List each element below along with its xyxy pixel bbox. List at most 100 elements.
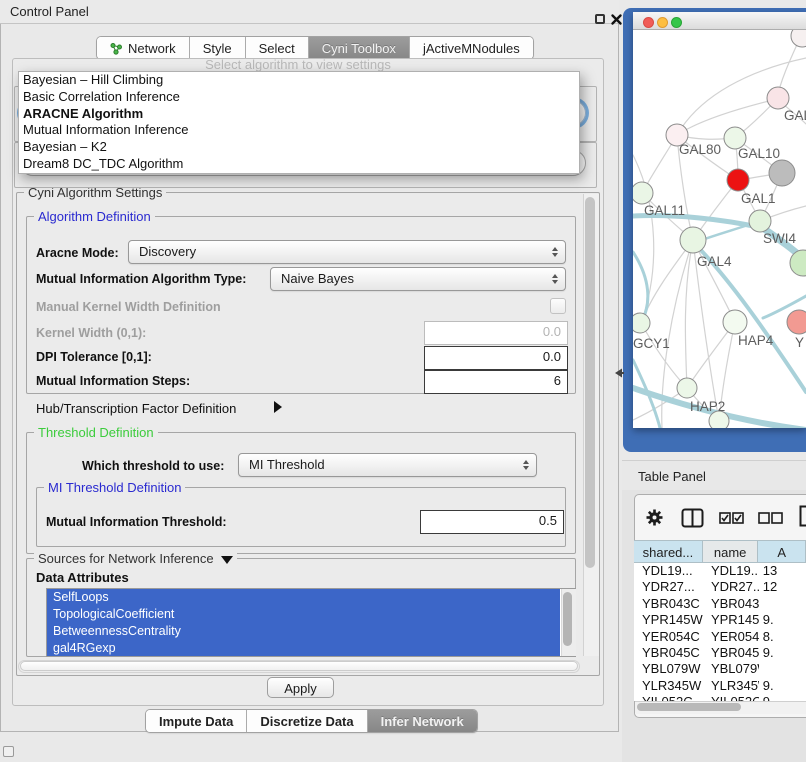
mi-threshold-title: MI Threshold Definition (44, 480, 185, 495)
network-node-hap2[interactable] (677, 378, 697, 398)
network-node-hap4[interactable] (723, 310, 747, 334)
close-icon[interactable] (610, 13, 623, 26)
hub-section-label[interactable]: Hub/Transcription Factor Definition (36, 401, 236, 416)
tab-impute-data[interactable]: Impute Data (146, 710, 247, 732)
table-cell: 9. (759, 645, 806, 661)
column-header-a[interactable]: A (758, 540, 806, 563)
table-cell: YIL052C (634, 694, 703, 701)
network-node-gal[interactable] (767, 87, 789, 109)
aracne-mode-combobox[interactable]: Discovery (128, 240, 566, 264)
node-label-gal11: GAL11 (644, 203, 685, 218)
network-node-swi4[interactable] (749, 210, 771, 232)
which-threshold-combobox[interactable]: MI Threshold (238, 453, 537, 477)
aracne-mode-value: Discovery (139, 244, 196, 259)
dpi-tolerance-field[interactable]: 0.0 (424, 346, 568, 370)
network-edge[interactable] (677, 99, 777, 135)
network-edge[interactable] (633, 252, 648, 323)
network-node-gal1[interactable] (727, 169, 749, 191)
data-attributes-list[interactable]: SelfLoopsTopologicalCoefficientBetweenne… (46, 588, 576, 657)
settings-vscrollbar-thumb[interactable] (585, 197, 595, 568)
table-cell: YLR345W (703, 678, 759, 694)
attribute-item-gal4rgexp[interactable]: gal4RGexp (47, 640, 560, 657)
control-panel-bottom-tabs: Impute DataDiscretize DataInfer Network (145, 709, 478, 733)
algorithm-option-basic-correlation-inference[interactable]: Basic Correlation Inference (19, 89, 579, 106)
network-node-gal11[interactable] (633, 182, 653, 204)
table-cell: YDL19... (703, 563, 759, 579)
algorithm-option-aracne-algorithm[interactable]: ARACNE Algorithm (19, 106, 579, 123)
table-row[interactable]: YBL079WYBL079W (634, 661, 806, 677)
tab-jactivemnodules[interactable]: jActiveMNodules (410, 37, 533, 59)
tab-style[interactable]: Style (190, 37, 246, 59)
algorithm-option-bayesian-k2[interactable]: Bayesian – K2 (19, 139, 579, 156)
table-row[interactable]: YBR045CYBR045C9. (634, 645, 806, 661)
table-cell: YDL19... (634, 563, 703, 579)
select-all-checkboxes-icon[interactable] (719, 512, 744, 524)
new-table-icon[interactable] (799, 505, 806, 527)
tab-select[interactable]: Select (246, 37, 309, 59)
attribute-item-selfloops[interactable]: SelfLoops (47, 589, 560, 606)
mi-threshold-field[interactable]: 0.5 (420, 510, 564, 534)
table-cell: 12 (759, 579, 806, 595)
tab-cyni-toolbox[interactable]: Cyni Toolbox (309, 37, 410, 59)
tab-network[interactable]: Network (97, 37, 190, 59)
algorithm-option-dream8-dc-tdc-algorithm[interactable]: Dream8 DC_TDC Algorithm (19, 156, 579, 173)
table-row[interactable]: YLR345WYLR345W9. (634, 678, 806, 694)
attr-list-vscrollbar-thumb[interactable] (563, 592, 572, 646)
settings-hscrollbar-thumb[interactable] (20, 661, 578, 671)
algorithm-option-mutual-information-inference[interactable]: Mutual Information Inference (19, 122, 579, 139)
table-cell: 9. (759, 612, 806, 628)
table-row[interactable]: YBR043CYBR043C (634, 596, 806, 612)
minimize-traffic-light[interactable] (657, 17, 668, 28)
table-row[interactable]: YDL19...YDL19...13 (634, 563, 806, 579)
column-header-shared[interactable]: shared... (634, 540, 703, 563)
close-traffic-light[interactable] (643, 17, 654, 28)
network-node[interactable] (769, 160, 795, 186)
gear-icon[interactable] (646, 509, 663, 526)
node-label-gal80: GAL80 (679, 142, 721, 157)
application-root: Control Panel NetworkStyleSelectCyni Too… (0, 0, 806, 762)
collapse-arrow-icon[interactable] (221, 556, 233, 564)
table-row[interactable]: YPR145WYPR145W9. (634, 612, 806, 628)
column-header-name[interactable]: name (703, 540, 758, 563)
which-threshold-value: MI Threshold (249, 457, 325, 472)
attribute-item-betweennesscentrality[interactable]: BetweennessCentrality (47, 623, 560, 640)
node-label-gal10: GAL10 (738, 146, 780, 161)
table-row[interactable]: YER054CYER054C8. (634, 629, 806, 645)
network-edge[interactable] (633, 155, 654, 323)
zoom-traffic-light[interactable] (671, 17, 682, 28)
table-row[interactable]: YDR27...YDR27...12 (634, 579, 806, 595)
table-row[interactable]: YIL052CYIL052C9. (634, 694, 806, 701)
network-canvas[interactable]: GALGAL80GAL10GAL1GAL11SWI4GAL4GCY1HAP4YH… (633, 30, 806, 428)
attribute-item-topologicalcoefficient[interactable]: TopologicalCoefficient (47, 606, 560, 623)
algorithm-select-placeholder[interactable]: Select algorithm to view settings (18, 57, 578, 72)
split-columns-icon[interactable] (681, 508, 704, 528)
expand-arrow-icon[interactable] (274, 401, 282, 413)
algorithm-option-bayesian-hill-climbing[interactable]: Bayesian – Hill Climbing (19, 72, 579, 89)
network-node-gal4[interactable] (680, 227, 706, 253)
tab-cyni-toolbox-label: Cyni Toolbox (322, 41, 396, 56)
network-node[interactable] (791, 30, 806, 47)
apply-button[interactable]: Apply (267, 677, 334, 698)
float-button[interactable] (595, 14, 605, 24)
table-cell: YER054C (703, 629, 759, 645)
table-panel-title: Table Panel (638, 469, 706, 484)
manual-kernel-checkbox[interactable] (550, 298, 566, 314)
tab-discretize-data[interactable]: Discretize Data (247, 710, 367, 732)
unselect-all-checkboxes-icon[interactable] (758, 512, 783, 524)
spinner-arrows-icon (523, 460, 529, 470)
network-view-titlebar[interactable] (633, 12, 806, 30)
mi-steps-label: Mutual Information Steps: (36, 374, 190, 388)
threshold-definition-title: Threshold Definition (34, 425, 158, 440)
table-hscrollbar-thumb[interactable] (637, 703, 741, 711)
kernel-width-field[interactable]: 0.0 (424, 321, 568, 345)
network-node-y[interactable] (787, 310, 806, 334)
network-node-gcy1[interactable] (633, 313, 650, 333)
corner-grip-icon[interactable] (3, 746, 14, 757)
table-cell: YER054C (634, 629, 703, 645)
tab-infer-network[interactable]: Infer Network (368, 710, 477, 732)
network-icon (110, 42, 123, 55)
mouse-cursor (615, 368, 624, 378)
tab-select-label: Select (259, 41, 295, 56)
mi-algorithm-type-combobox[interactable]: Naive Bayes (270, 267, 566, 291)
mi-steps-field[interactable]: 6 (424, 370, 568, 394)
